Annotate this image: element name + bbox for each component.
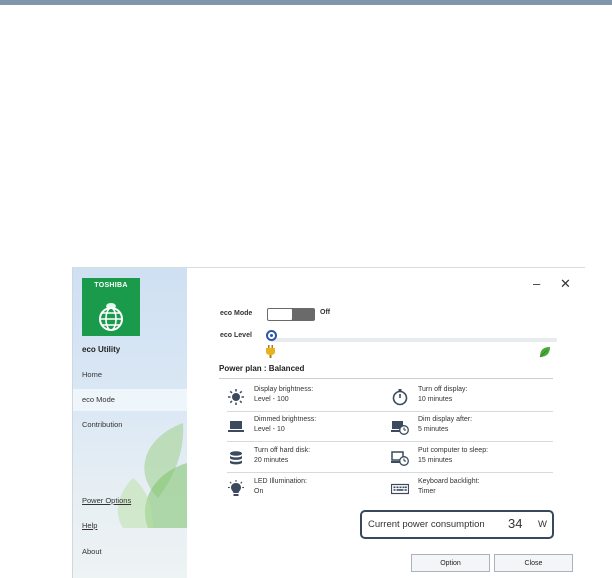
eco-mode-state: Off (320, 309, 331, 316)
setting-value: 20 minutes (254, 457, 289, 464)
setting-display-brightness: Display brightness: Level - 100 (227, 386, 387, 412)
power-consumption-label: Current power consumption (368, 519, 485, 530)
toshiba-logo: TOSHIBA (82, 278, 140, 336)
close-button[interactable]: Close (494, 554, 573, 572)
app-name: eco Utility (82, 345, 121, 354)
toggle-knob (268, 309, 292, 320)
setting-dimmed-brightness: Dimmed brightness: Level - 10 (227, 416, 387, 442)
setting-led-illumination: LED Illumination: On (227, 478, 387, 504)
setting-value: 15 minutes (418, 457, 453, 464)
eco-level-slider-thumb[interactable] (266, 330, 277, 341)
hard-disk-icon (230, 451, 242, 465)
divider (219, 378, 553, 379)
eco-mode-label: eco Mode (220, 310, 253, 317)
dim-display-icon (391, 421, 409, 435)
top-border-bar (0, 0, 612, 5)
setting-value: On (254, 488, 264, 495)
keyboard-icon (391, 483, 409, 495)
setting-title: Display brightness: (254, 386, 314, 393)
leaf-icon (539, 347, 550, 358)
power-consumption-value: 34 (508, 516, 523, 531)
divider (227, 411, 553, 412)
setting-turn-off-hard-disk: Turn off hard disk: 20 minutes (227, 447, 387, 473)
setting-title: Put computer to sleep: (418, 447, 489, 454)
option-button[interactable]: Option (411, 554, 490, 572)
setting-value: Level - 10 (254, 426, 285, 433)
help-link[interactable]: Help (82, 521, 97, 530)
brightness-icon (228, 389, 244, 405)
setting-turn-off-display: Turn off display: 10 minutes (391, 386, 551, 412)
minimize-button[interactable]: – (533, 276, 540, 291)
setting-value: Level - 100 (254, 396, 289, 403)
close-window-button[interactable]: ✕ (560, 276, 571, 292)
setting-value: 10 minutes (418, 396, 453, 403)
eco-globe-icon (99, 303, 123, 331)
setting-title: Dimmed brightness: (254, 416, 317, 423)
eco-level-slider-track[interactable] (271, 338, 557, 342)
sidebar: TOSHIBA eco Utility Home eco Mode Contri… (73, 268, 187, 578)
eco-level-label: eco Level (220, 332, 252, 339)
setting-title: Keyboard backlight: (418, 478, 480, 485)
eco-utility-window: TOSHIBA eco Utility Home eco Mode Contri… (72, 267, 585, 578)
laptop-icon (228, 421, 244, 432)
divider (227, 472, 553, 473)
setting-keyboard-backlight: Keyboard backlight: Timer (391, 478, 551, 504)
power-consumption-box: Current power consumption 34 W (360, 510, 554, 539)
nav-item-home[interactable]: Home (73, 364, 187, 386)
leaves-decoration (117, 423, 187, 528)
setting-put-computer-to-sleep: Put computer to sleep: 15 minutes (391, 447, 551, 473)
setting-dim-display-after: Dim display after: 5 minutes (391, 416, 551, 442)
sleep-icon (391, 451, 409, 466)
plug-icon (266, 345, 275, 358)
divider (227, 441, 553, 442)
nav-item-eco-mode[interactable]: eco Mode (73, 389, 187, 411)
timer-icon (392, 389, 408, 406)
led-bulb-icon (228, 480, 244, 496)
setting-title: Dim display after: (418, 416, 473, 423)
power-options-link[interactable]: Power Options (82, 496, 131, 505)
setting-title: LED Illumination: (254, 478, 307, 485)
power-consumption-unit: W (538, 519, 547, 530)
power-plan-label: Power plan : Balanced (219, 364, 305, 373)
setting-title: Turn off display: (418, 386, 468, 393)
setting-value: Timer (418, 488, 436, 495)
brand-name: TOSHIBA (94, 282, 128, 289)
eco-mode-toggle[interactable] (267, 308, 315, 321)
setting-value: 5 minutes (418, 426, 449, 433)
setting-title: Turn off hard disk: (254, 447, 311, 454)
about-link[interactable]: About (82, 547, 102, 556)
